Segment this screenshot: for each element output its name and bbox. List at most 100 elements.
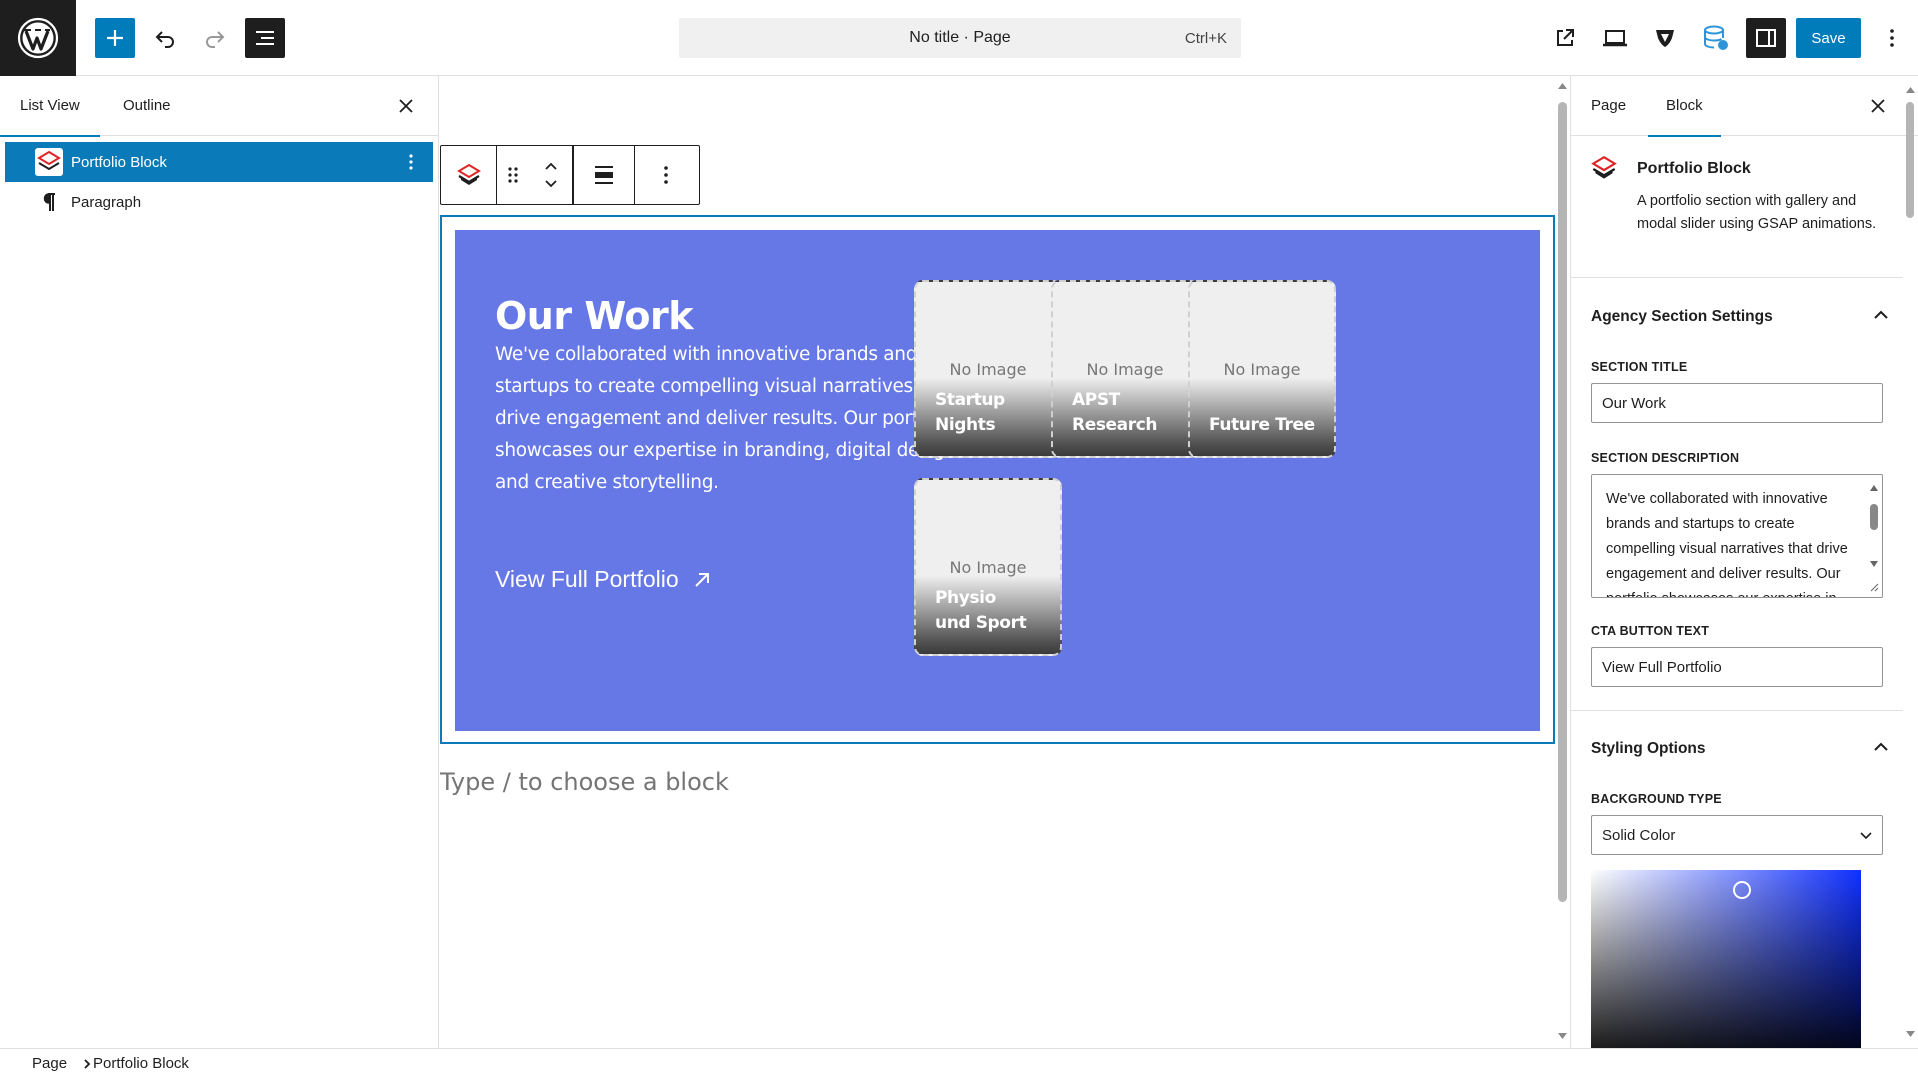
tab-outline[interactable]: Outline	[123, 76, 171, 136]
chevron-up-icon[interactable]	[1873, 742, 1889, 752]
portfolio-card[interactable]: No Image Future Tree	[1188, 280, 1336, 458]
settings-scrollbar[interactable]	[1902, 76, 1918, 1048]
wordpress-icon	[17, 17, 59, 59]
undo-button[interactable]	[145, 18, 185, 58]
section-title-input[interactable]: Our Work	[1591, 383, 1883, 423]
command-palette-bar[interactable]: No title · Page Ctrl+K	[679, 18, 1241, 58]
block-more-options-button[interactable]	[635, 146, 697, 204]
tab-block[interactable]: Block	[1648, 76, 1721, 137]
section-divider	[1571, 710, 1903, 711]
drag-handle[interactable]	[497, 146, 529, 204]
list-item-paragraph[interactable]: Paragraph	[5, 182, 433, 222]
redo-icon	[206, 31, 225, 48]
document-overview-button[interactable]	[245, 18, 285, 58]
scrollbar-thumb[interactable]	[1870, 504, 1878, 530]
tab-list-view[interactable]: List View	[0, 76, 100, 137]
color-picker-saturation[interactable]	[1591, 870, 1861, 1048]
plugin-shield-button[interactable]	[1645, 18, 1685, 58]
move-up-icon[interactable]	[544, 161, 558, 171]
portfolio-block-selected[interactable]: Our Work We've collaborated with innovat…	[440, 215, 1555, 744]
block-toolbar	[440, 145, 700, 205]
portfolio-description: We've collaborated with innovative brand…	[495, 344, 962, 493]
portfolio-block-icon	[1589, 154, 1619, 189]
sidebar-icon	[1756, 29, 1776, 47]
breadcrumb-portfolio-block[interactable]: Portfolio Block	[93, 1055, 189, 1072]
database-plugin-button[interactable]	[1696, 18, 1736, 58]
background-type-select[interactable]: Solid Color	[1591, 815, 1883, 855]
no-image-placeholder: No Image	[1223, 360, 1301, 379]
external-link-icon	[1557, 29, 1574, 46]
list-item-portfolio-block[interactable]: Portfolio Block	[5, 142, 433, 182]
more-vertical-icon	[409, 154, 413, 170]
breadcrumb-page[interactable]: Page	[32, 1055, 67, 1072]
portfolio-card[interactable]: No Image Physio und Sport	[914, 478, 1062, 656]
list-item-label: Paragraph	[71, 193, 142, 211]
canvas-scrollbar[interactable]	[1555, 76, 1570, 1048]
no-image-placeholder: No Image	[1086, 360, 1164, 379]
scroll-down-arrow-icon	[1906, 1031, 1915, 1037]
more-vertical-icon	[664, 166, 668, 184]
editor-canvas: Our Work We've collaborated with innovat…	[440, 76, 1570, 1048]
close-icon	[399, 99, 413, 113]
move-down-icon[interactable]	[544, 179, 558, 189]
portfolio-cta-link[interactable]: View Full Portfolio	[495, 566, 711, 593]
scroll-up-arrow-icon	[1558, 83, 1567, 89]
portfolio-card-title: Future Tree	[1209, 415, 1315, 435]
block-card-description: A portfolio section with gallery and mod…	[1637, 193, 1877, 232]
background-type-label: BACKGROUND TYPE	[1591, 792, 1722, 806]
preview-device-button[interactable]	[1595, 18, 1635, 58]
settings-tabs: Page Block	[1571, 76, 1918, 137]
view-page-button[interactable]	[1545, 18, 1585, 58]
database-icon	[1704, 25, 1728, 50]
chevron-up-icon[interactable]	[1873, 310, 1889, 320]
list-item-label: Portfolio Block	[71, 153, 167, 171]
background-type-value: Solid Color	[1602, 826, 1676, 844]
block-card: Portfolio Block A portfolio section with…	[1571, 136, 1903, 278]
tab-page[interactable]: Page	[1591, 76, 1626, 136]
save-button[interactable]: Save	[1796, 18, 1861, 58]
cta-button-text-input[interactable]: View Full Portfolio	[1591, 647, 1883, 687]
portfolio-card[interactable]: No Image Startup Nights	[914, 280, 1062, 458]
arrow-up-right-icon	[694, 572, 709, 587]
wordpress-logo-button[interactable]	[0, 0, 76, 76]
section-description-value: We've collaborated with innovative brand…	[1606, 491, 1848, 597]
portfolio-card-title: APST Research	[1072, 390, 1158, 435]
redo-button[interactable]	[195, 18, 235, 58]
portfolio-card-title: Startup Nights	[935, 390, 1005, 435]
options-menu-button[interactable]	[1872, 18, 1912, 58]
close-icon	[1871, 99, 1885, 113]
block-type-switcher[interactable]	[441, 146, 497, 204]
list-view-tabs: List View Outline	[0, 76, 438, 137]
no-image-placeholder: No Image	[949, 558, 1027, 577]
list-view-icon	[256, 31, 274, 45]
block-appender-placeholder[interactable]: Type / to choose a block	[440, 768, 729, 796]
styling-options-heading[interactable]: Styling Options	[1591, 740, 1706, 758]
add-block-button[interactable]	[95, 18, 135, 58]
textarea-scrollbar[interactable]	[1867, 476, 1881, 596]
agency-section-heading[interactable]: Agency Section Settings	[1591, 308, 1773, 326]
scroll-down-arrow-icon	[1870, 561, 1878, 567]
undo-icon	[155, 31, 174, 48]
command-shortcut: Ctrl+K	[1184, 29, 1227, 47]
editor-top-bar: No title · Page Ctrl+K Save	[0, 0, 1918, 76]
block-options-button[interactable]	[397, 148, 425, 176]
block-card-title: Portfolio Block	[1637, 160, 1751, 177]
portfolio-title: Our Work	[495, 294, 694, 338]
color-picker-handle[interactable]	[1733, 881, 1751, 899]
settings-sidebar-button[interactable]	[1746, 18, 1786, 58]
resize-handle-icon[interactable]	[1869, 582, 1879, 592]
portfolio-block-icon	[35, 148, 63, 176]
align-full-icon	[595, 166, 613, 184]
scrollbar-thumb[interactable]	[1558, 102, 1567, 902]
close-settings-button[interactable]	[1864, 92, 1892, 120]
portfolio-card[interactable]: No Image APST Research	[1051, 280, 1199, 458]
scrollbar-thumb[interactable]	[1906, 102, 1914, 218]
scroll-up-arrow-icon	[1870, 485, 1878, 491]
chevron-right-icon	[84, 1058, 91, 1069]
align-button[interactable]	[573, 146, 635, 204]
section-description-textarea[interactable]: We've collaborated with innovative brand…	[1591, 474, 1883, 598]
drag-handle-icon	[508, 167, 518, 183]
list-view-panel: List View Outline Portfolio Block Paragr…	[0, 76, 439, 1048]
portfolio-section: Our Work We've collaborated with innovat…	[455, 230, 1540, 731]
close-list-view-button[interactable]	[392, 92, 420, 120]
